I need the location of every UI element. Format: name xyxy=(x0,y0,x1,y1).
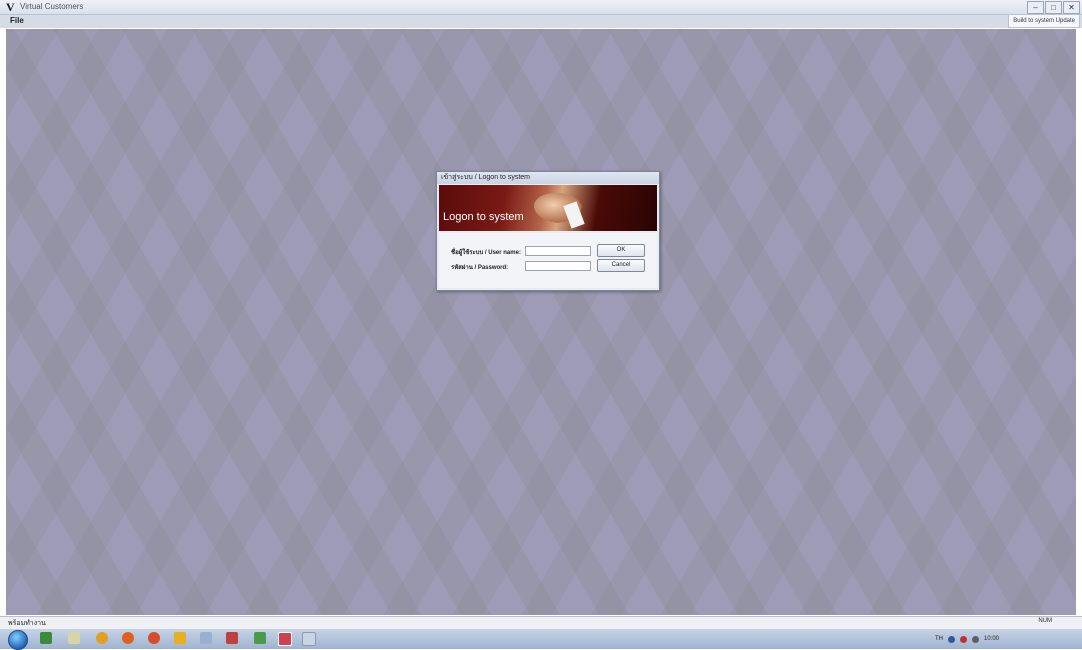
logon-banner: Logon to system xyxy=(439,185,657,231)
username-label: ชื่อผู้ใช้ระบบ / User name: xyxy=(451,250,521,256)
app-logo: V xyxy=(6,0,15,14)
network-icon[interactable] xyxy=(948,635,955,643)
menu-file[interactable]: File xyxy=(10,16,24,25)
status-text: พร้อมทำงาน xyxy=(8,620,46,627)
password-label: รหัสผ่าน / Password: xyxy=(451,265,509,271)
clock[interactable]: 10:00 xyxy=(984,636,999,642)
system-tray: TH 10:00 xyxy=(935,632,1075,646)
folder-icon[interactable] xyxy=(174,632,186,644)
cancel-button[interactable]: Cancel xyxy=(597,259,645,272)
dialog-body: ชื่อผู้ใช้ระบบ / User name: รหัสผ่าน / P… xyxy=(439,233,657,288)
chrome-icon[interactable] xyxy=(148,632,160,644)
start-button[interactable] xyxy=(8,630,28,650)
banner-text: Logon to system xyxy=(443,211,524,223)
app-icon[interactable] xyxy=(254,632,266,644)
update-info[interactable]: Build to system Update xyxy=(1008,14,1080,28)
app-icon[interactable] xyxy=(302,632,316,646)
volume-icon[interactable] xyxy=(972,635,979,643)
dialog-title: เข้าสู่ระบบ / Logon to system xyxy=(437,172,659,184)
app-icon[interactable] xyxy=(226,632,238,644)
window-controls: – □ ✕ xyxy=(1027,1,1080,14)
close-button[interactable]: ✕ xyxy=(1063,1,1080,14)
password-input[interactable] xyxy=(525,261,591,271)
logon-dialog: เข้าสู่ระบบ / Logon to system Logon to s… xyxy=(436,171,660,291)
status-bar: พร้อมทำงาน NUM xyxy=(0,616,1082,629)
ok-button[interactable]: OK xyxy=(597,244,645,257)
firefox-icon[interactable] xyxy=(122,632,134,644)
num-lock-indicator: NUM xyxy=(1038,618,1052,624)
taskbar: TH 10:00 xyxy=(0,629,1082,650)
language-indicator[interactable]: TH xyxy=(935,636,943,642)
menu-bar: File xyxy=(0,15,1082,28)
ie-icon[interactable] xyxy=(40,632,52,644)
app-icon[interactable] xyxy=(278,632,292,646)
app-icon[interactable] xyxy=(200,632,212,644)
title-bar: V Virtual Customers – □ ✕ xyxy=(0,0,1082,15)
workspace-background xyxy=(6,29,1076,615)
maximize-button[interactable]: □ xyxy=(1045,1,1062,14)
username-input[interactable] xyxy=(525,246,591,256)
minimize-button[interactable]: – xyxy=(1027,1,1044,14)
window-title: Virtual Customers xyxy=(20,2,84,11)
explorer-icon[interactable] xyxy=(68,632,80,644)
media-icon[interactable] xyxy=(96,632,108,644)
antivirus-icon[interactable] xyxy=(960,635,967,643)
